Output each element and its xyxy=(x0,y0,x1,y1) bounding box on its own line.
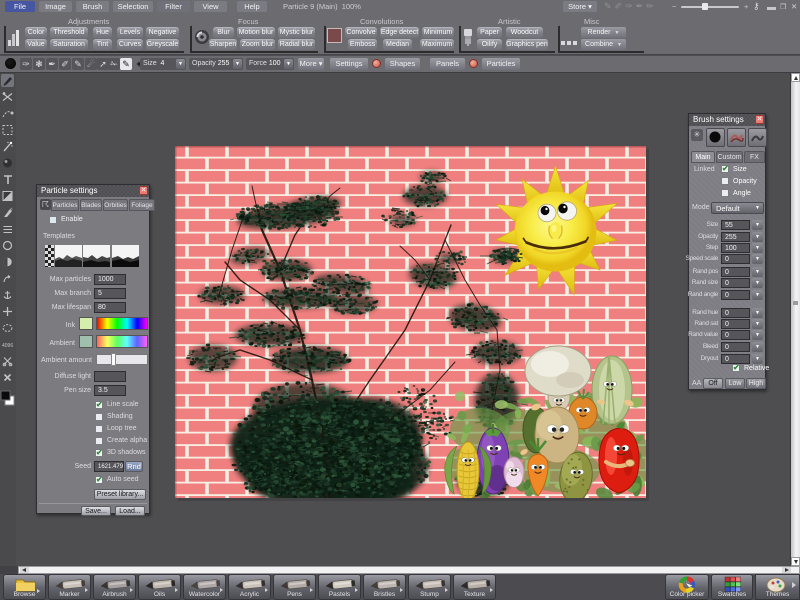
svg-text:4096: 4096 xyxy=(2,343,13,349)
